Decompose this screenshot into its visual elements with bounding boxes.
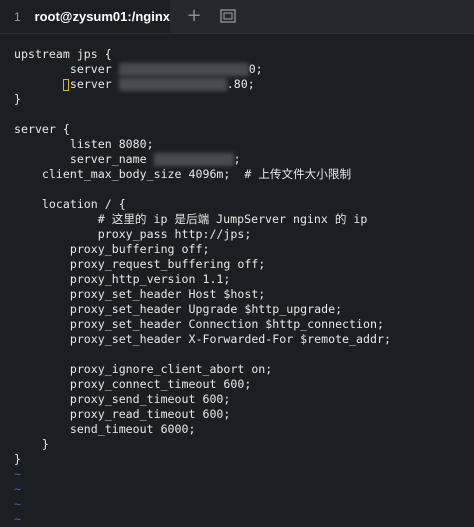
terminal-tab[interactable]: 1 root@zysum01:/nginx (0, 0, 170, 33)
code-line: proxy_request_buffering off; (14, 257, 266, 271)
code-line: } (14, 452, 21, 466)
code-line: server 0; (14, 62, 263, 77)
code-text: server (14, 62, 119, 76)
empty-line-marker: ~ (14, 497, 21, 511)
code-text: .80; (226, 77, 255, 91)
code-comment: # 这里的 ip 是后端 JumpServer nginx 的 ip (14, 212, 368, 226)
code-line: proxy_buffering off; (14, 242, 210, 256)
code-line: server_name ; (14, 152, 241, 167)
code-text: server_name (14, 152, 154, 166)
empty-line-marker: ~ (14, 482, 21, 496)
code-line: proxy_pass http://jps; (14, 227, 252, 241)
empty-line-marker: ~ (14, 467, 21, 481)
plus-icon[interactable]: + (184, 6, 204, 26)
code-line: proxy_read_timeout 600; (14, 407, 231, 421)
code-text: server (69, 77, 119, 91)
tab-bar: 1 root@zysum01:/nginx + (0, 0, 474, 34)
code-line: location / { (14, 197, 126, 211)
code-line: send_timeout 6000; (14, 422, 196, 436)
code-line: } (14, 92, 21, 106)
code-line: proxy_ignore_client_abort on; (14, 362, 273, 376)
code-line: server .80; (14, 77, 255, 92)
code-text: ; (233, 152, 241, 166)
redacted-address (118, 63, 249, 76)
window-icon[interactable] (220, 9, 236, 23)
code-line: proxy_set_header X-Forwarded-For $remote… (14, 332, 391, 346)
redacted-address (153, 153, 234, 166)
code-line: proxy_set_header Upgrade $http_upgrade; (14, 302, 343, 316)
code-line: proxy_http_version 1.1; (14, 272, 231, 286)
code-line: proxy_connect_timeout 600; (14, 377, 252, 391)
tab-title: root@zysum01:/nginx (34, 9, 170, 24)
text-cursor (62, 78, 69, 91)
code-line: proxy_send_timeout 600; (14, 392, 231, 406)
code-line: proxy_set_header Host $host; (14, 287, 266, 301)
tab-number: 1 (14, 9, 21, 24)
code-line: } (14, 437, 49, 451)
code-line: server { (14, 122, 70, 136)
redacted-address (118, 78, 227, 91)
code-line: proxy_set_header Connection $http_connec… (14, 317, 384, 331)
terminal-output[interactable]: upstream jps { server 0; server .80; } s… (0, 34, 474, 526)
code-text: 0; (248, 62, 263, 76)
code-line: upstream jps { (14, 47, 112, 61)
code-line: client_max_body_size 4096m; # 上传文件大小限制 (14, 167, 352, 181)
code-line: listen 8080; (14, 137, 154, 151)
